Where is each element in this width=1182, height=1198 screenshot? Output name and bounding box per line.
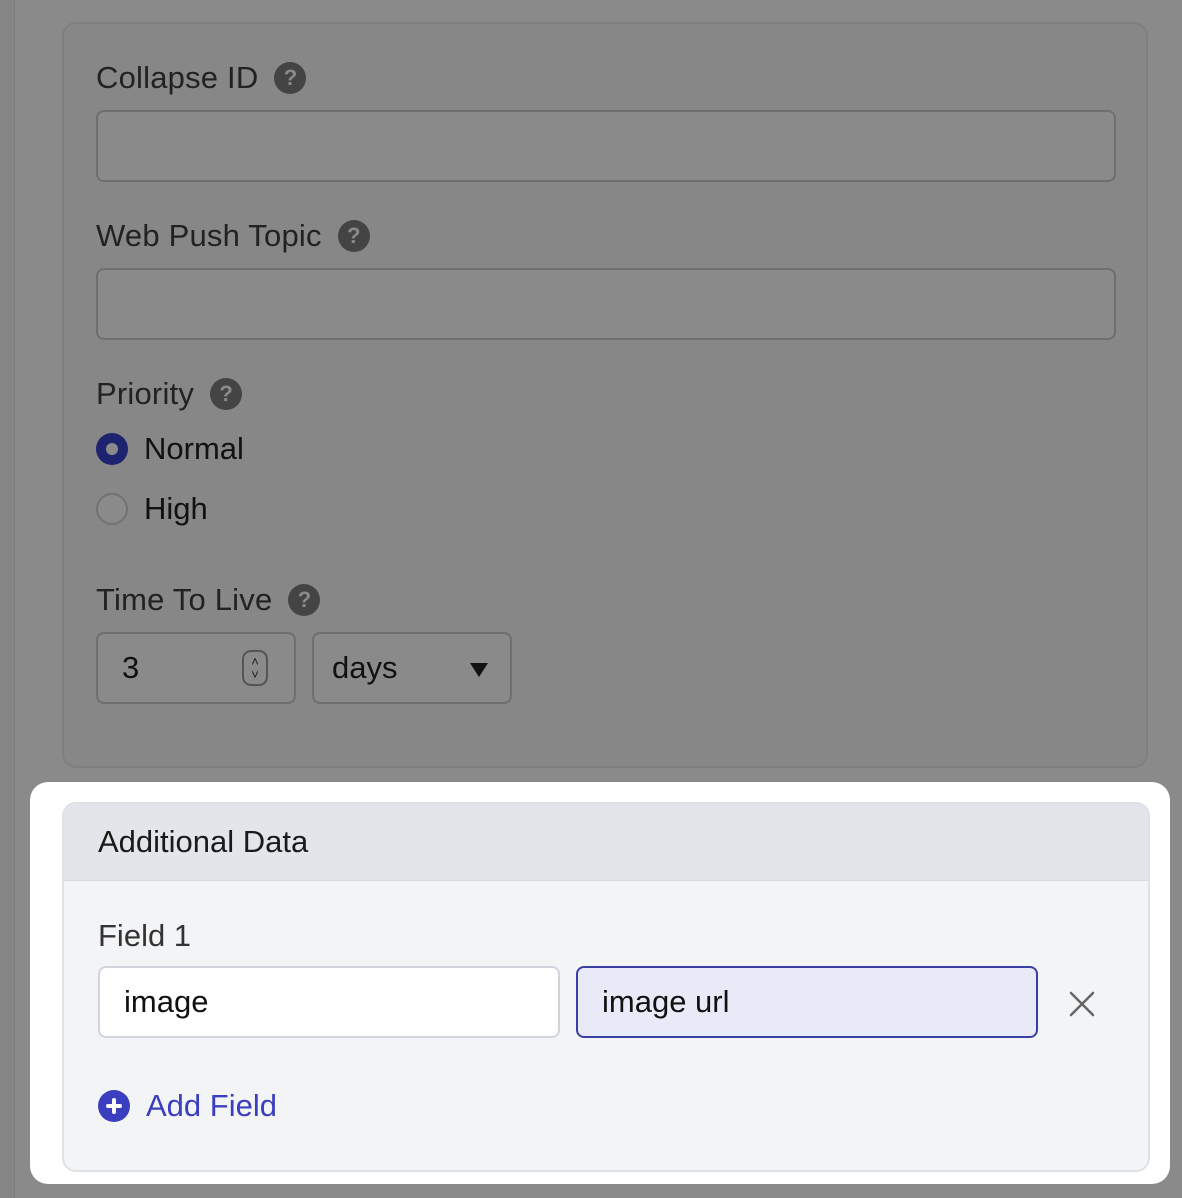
field-value-value: image url <box>602 984 730 1019</box>
add-field-label: Add Field <box>146 1088 277 1123</box>
priority-label-row: Priority ? <box>96 376 243 412</box>
close-icon[interactable] <box>1068 990 1096 1018</box>
collapse-id-input[interactable] <box>96 110 1116 182</box>
caret-down-icon <box>470 663 488 677</box>
time-to-live-label: Time To Live <box>96 582 273 617</box>
radio-unchecked-icon[interactable] <box>96 493 128 525</box>
add-field-button[interactable]: Add Field <box>98 1088 277 1124</box>
priority-option-label: High <box>144 491 208 526</box>
additional-data-card: Additional Data Field 1 image image url … <box>62 802 1150 1172</box>
collapse-id-label-row: Collapse ID ? <box>96 60 307 96</box>
additional-data-header: Additional Data <box>64 804 1148 881</box>
help-icon[interactable]: ? <box>274 62 307 94</box>
plus-circle-icon <box>98 1090 130 1122</box>
field-key-value: image <box>124 984 209 1019</box>
time-unit-select[interactable]: days <box>312 632 512 704</box>
time-unit-value: days <box>332 650 398 685</box>
stepper-icon[interactable]: ˄ ˅ <box>242 650 268 686</box>
help-icon[interactable]: ? <box>210 378 243 410</box>
field-value-input[interactable]: image url <box>576 966 1038 1038</box>
priority-label: Priority <box>96 376 195 411</box>
field-key-input[interactable]: image <box>98 966 560 1038</box>
priority-option-normal[interactable]: Normal <box>96 431 244 467</box>
additional-data-title: Additional Data <box>98 824 309 859</box>
time-to-live-label-row: Time To Live ? <box>96 582 321 618</box>
priority-option-label: Normal <box>144 431 244 466</box>
help-icon[interactable]: ? <box>337 220 370 252</box>
collapse-id-label: Collapse ID <box>96 60 259 95</box>
time-to-live-input[interactable]: 3 ˄ ˅ <box>96 632 296 704</box>
radio-checked-icon[interactable] <box>96 433 128 465</box>
web-push-topic-label-row: Web Push Topic ? <box>96 218 370 254</box>
web-push-topic-label: Web Push Topic <box>96 218 322 253</box>
time-to-live-value: 3 <box>122 650 140 685</box>
web-push-topic-input[interactable] <box>96 268 1116 340</box>
help-icon[interactable]: ? <box>288 584 321 616</box>
priority-option-high[interactable]: High <box>96 491 208 527</box>
page-edge <box>0 0 15 1198</box>
field-label: Field 1 <box>98 918 192 953</box>
